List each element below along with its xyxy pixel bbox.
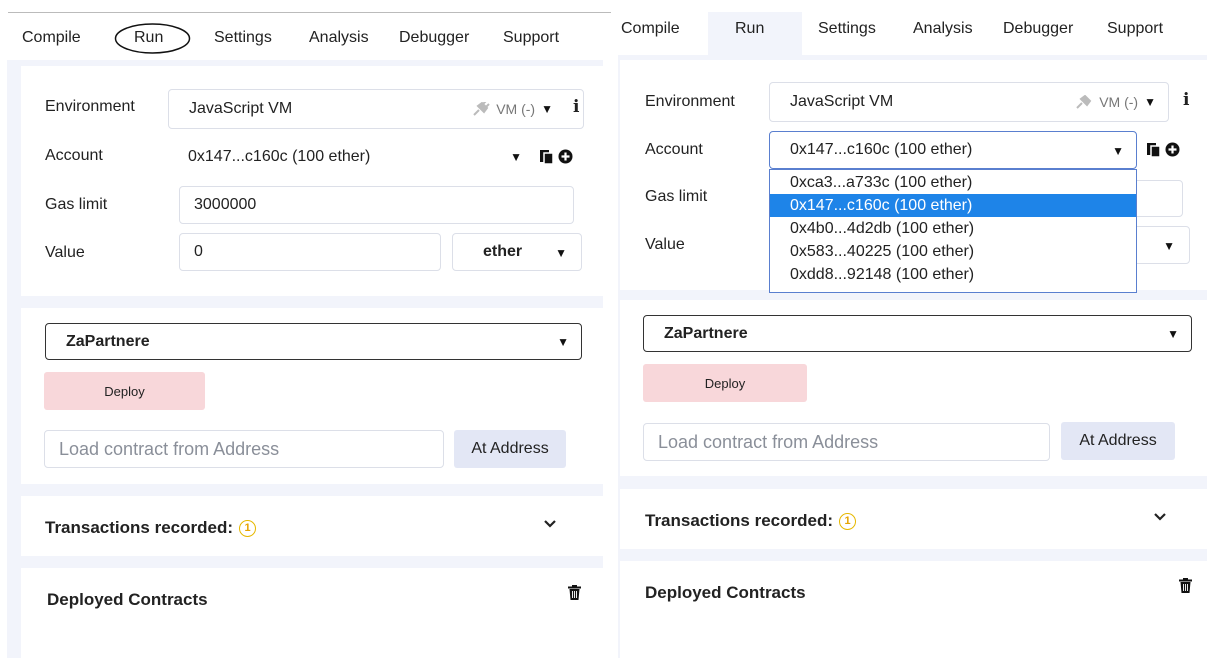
chevron-down-icon: ▼ <box>555 246 567 260</box>
deploy-button[interactable]: Deploy <box>44 372 205 410</box>
value-unit: ether <box>483 243 523 260</box>
deployed-card <box>620 561 1207 658</box>
account-option[interactable]: 0x583...40225 (100 ether) <box>770 240 1136 263</box>
at-address-button[interactable]: At Address <box>454 430 566 468</box>
account-label: Account <box>645 141 703 158</box>
environment-label: Environment <box>645 93 735 110</box>
contract-select[interactable]: ZaPartnere ▼ <box>45 323 582 360</box>
gas-limit-label: Gas limit <box>645 188 708 205</box>
chevron-down-icon: ▼ <box>1144 95 1156 109</box>
transactions-recorded[interactable]: Transactions recorded: 1 <box>45 518 257 538</box>
trash-icon[interactable] <box>1179 578 1192 593</box>
environment-value: JavaScript VM <box>189 100 293 117</box>
chevron-down-icon: ▼ <box>510 150 522 164</box>
plus-circle-icon[interactable] <box>558 149 573 164</box>
tab-debugger[interactable]: Debugger <box>399 29 469 47</box>
deployed-card <box>21 568 605 658</box>
chevron-down-icon: ▼ <box>557 334 569 349</box>
transactions-label: Transactions recorded: <box>45 518 234 537</box>
value-label: Value <box>645 236 685 253</box>
chevron-down-icon: ▼ <box>1163 239 1175 253</box>
account-value: 0x147...c160c (100 ether) <box>188 148 371 165</box>
chevron-down-icon: ▼ <box>1112 144 1124 158</box>
transactions-count-badge: 1 <box>839 512 857 530</box>
contract-name: ZaPartnere <box>66 332 150 350</box>
account-option-selected[interactable]: 0x147...c160c (100 ether) <box>770 194 1136 217</box>
account-dropdown[interactable]: 0xca3...a733c (100 ether) 0x147...c160c … <box>769 169 1137 293</box>
top-divider <box>8 12 611 13</box>
chevron-down-icon[interactable] <box>1153 512 1167 522</box>
chevron-down-icon: ▼ <box>541 102 553 116</box>
deployed-label: Deployed Contracts <box>645 583 806 602</box>
load-address-placeholder: Load contract from Address <box>658 431 879 452</box>
gas-limit-label: Gas limit <box>45 196 108 213</box>
load-address-input[interactable]: Load contract from Address <box>44 430 444 468</box>
environment-value: JavaScript VM <box>790 93 894 110</box>
deployed-contracts-title: Deployed Contracts <box>645 583 806 603</box>
contract-select[interactable]: ZaPartnere ▼ <box>643 315 1192 352</box>
chevron-down-icon[interactable] <box>543 519 557 529</box>
account-actions <box>540 148 573 164</box>
trash-icon[interactable] <box>568 585 581 600</box>
gas-limit-input[interactable]: 3000000 <box>179 186 574 224</box>
tab-settings[interactable]: Settings <box>214 29 272 47</box>
environment-label: Environment <box>45 98 135 115</box>
tab-settings[interactable]: Settings <box>818 20 876 38</box>
value-amount: 0 <box>194 243 203 260</box>
value-unit-select[interactable]: ether ▼ <box>452 233 582 271</box>
tab-run[interactable]: Run <box>735 20 764 38</box>
copy-icon[interactable] <box>1147 141 1161 157</box>
deployed-contracts-title: Deployed Contracts <box>47 590 208 610</box>
deployed-label: Deployed Contracts <box>47 590 208 609</box>
tab-compile[interactable]: Compile <box>621 20 680 38</box>
transactions-recorded[interactable]: Transactions recorded: 1 <box>645 511 857 531</box>
vm-label: VM (-) <box>1099 94 1139 110</box>
account-actions <box>1147 141 1180 157</box>
tab-analysis[interactable]: Analysis <box>913 20 973 38</box>
plug-icon <box>473 102 490 116</box>
vm-label: VM (-) <box>496 101 536 117</box>
info-icon[interactable]: i <box>573 97 579 117</box>
run-tab-circle <box>114 23 191 54</box>
tab-debugger[interactable]: Debugger <box>1003 20 1073 38</box>
value-input[interactable]: 0 <box>179 233 441 271</box>
load-address-placeholder: Load contract from Address <box>59 438 280 459</box>
contract-name: ZaPartnere <box>664 324 748 342</box>
info-icon[interactable]: i <box>1183 90 1189 110</box>
plus-circle-icon[interactable] <box>1165 142 1180 157</box>
deploy-button[interactable]: Deploy <box>643 364 807 402</box>
account-option[interactable]: 0xca3...a733c (100 ether) <box>770 171 1136 194</box>
left-panel: Compile Run Settings Analysis Debugger S… <box>0 0 611 658</box>
tab-support[interactable]: Support <box>1107 20 1163 38</box>
account-value: 0x147...c160c (100 ether) <box>790 141 973 158</box>
tab-compile[interactable]: Compile <box>22 29 81 47</box>
right-panel: Compile Run Settings Analysis Debugger S… <box>618 0 1207 658</box>
chevron-down-icon: ▼ <box>1167 326 1179 341</box>
at-address-button[interactable]: At Address <box>1061 422 1175 460</box>
gas-limit-value: 3000000 <box>194 196 257 213</box>
account-select[interactable]: 0x147...c160c (100 ether) ▼ <box>769 131 1137 169</box>
load-address-input[interactable]: Load contract from Address <box>643 423 1050 461</box>
plug-icon <box>1076 95 1092 109</box>
account-select[interactable]: 0x147...c160c (100 ether) ▼ <box>168 138 532 176</box>
tab-analysis[interactable]: Analysis <box>309 29 369 47</box>
transactions-label: Transactions recorded: <box>645 511 834 530</box>
environment-select[interactable]: JavaScript VM VM (-) ▼ <box>168 89 584 129</box>
environment-select[interactable]: JavaScript VM VM (-) ▼ <box>769 82 1169 122</box>
value-label: Value <box>45 244 85 261</box>
copy-icon[interactable] <box>540 148 554 164</box>
tab-support[interactable]: Support <box>503 29 559 47</box>
transactions-count-badge: 1 <box>239 519 257 537</box>
account-label: Account <box>45 147 103 164</box>
account-option[interactable]: 0x4b0...4d2db (100 ether) <box>770 217 1136 240</box>
account-option[interactable]: 0xdd8...92148 (100 ether) <box>770 263 1136 286</box>
